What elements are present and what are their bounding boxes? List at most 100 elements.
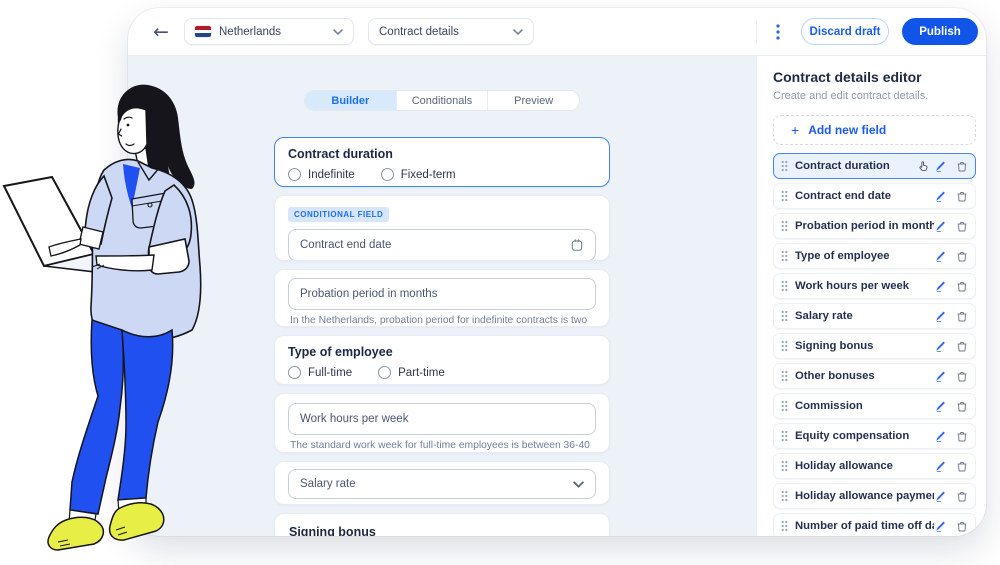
drag-handle-icon[interactable] bbox=[781, 370, 788, 382]
field-label: Signing bonus bbox=[795, 340, 934, 352]
delete-field-button[interactable] bbox=[956, 430, 968, 443]
edit-field-button[interactable] bbox=[934, 460, 947, 473]
field-label: Equity compensation bbox=[795, 430, 934, 442]
back-button[interactable]: ← bbox=[148, 19, 174, 45]
drag-handle-icon[interactable] bbox=[781, 400, 788, 412]
field-label: Holiday allowance bbox=[795, 460, 934, 472]
publish-button[interactable]: Publish bbox=[902, 18, 978, 45]
radio-full-time[interactable]: Full-time bbox=[288, 366, 352, 379]
edit-field-button[interactable] bbox=[934, 490, 947, 503]
edit-field-button[interactable] bbox=[934, 160, 947, 173]
edit-field-button[interactable] bbox=[934, 430, 947, 443]
edit-field-button[interactable] bbox=[934, 370, 947, 383]
pencil-icon bbox=[934, 460, 947, 473]
field-card-signing-bonus[interactable]: Signing bonus Do you want to include a o… bbox=[274, 513, 610, 536]
input-placeholder: Work hours per week bbox=[300, 413, 584, 425]
delete-field-button[interactable] bbox=[956, 520, 968, 533]
field-card-contract-duration[interactable]: Contract duration Indefinite Fixed-term bbox=[274, 137, 610, 187]
probation-period-input[interactable]: Probation period in months bbox=[288, 278, 596, 310]
drag-handle-icon[interactable] bbox=[781, 310, 788, 322]
radio-icon bbox=[378, 366, 391, 379]
sidebar-field-probation-period[interactable]: Probation period in months bbox=[773, 213, 976, 239]
sidebar-field-holiday-allowance[interactable]: Holiday allowance bbox=[773, 453, 976, 479]
kebab-icon bbox=[776, 24, 780, 40]
pencil-icon bbox=[934, 520, 947, 533]
drag-handle-icon[interactable] bbox=[781, 340, 788, 352]
field-card-contract-end-date[interactable]: CONDITIONAL FIELD Contract end date bbox=[274, 195, 610, 261]
drag-handle-icon[interactable] bbox=[781, 280, 788, 292]
field-card-work-hours[interactable]: Work hours per week The standard work we… bbox=[274, 393, 610, 453]
radio-label: Indefinite bbox=[308, 169, 355, 181]
delete-field-button[interactable] bbox=[956, 160, 968, 173]
sidebar-field-paid-time-off-days[interactable]: Number of paid time off days bbox=[773, 513, 976, 536]
kebab-menu-button[interactable] bbox=[765, 19, 791, 45]
drag-handle-icon[interactable] bbox=[781, 430, 788, 442]
tab-conditionals[interactable]: Conditionals bbox=[396, 91, 488, 110]
edit-field-button[interactable] bbox=[934, 400, 947, 413]
sidebar-field-contract-end-date[interactable]: Contract end date bbox=[773, 183, 976, 209]
edit-field-button[interactable] bbox=[934, 250, 947, 263]
radio-part-time[interactable]: Part-time bbox=[378, 366, 445, 379]
edit-field-button[interactable] bbox=[934, 220, 947, 233]
field-card-probation-period[interactable]: Probation period in months In the Nether… bbox=[274, 269, 610, 327]
tab-builder[interactable]: Builder bbox=[305, 91, 396, 110]
drag-handle-icon[interactable] bbox=[781, 460, 788, 472]
edit-field-button[interactable] bbox=[934, 280, 947, 293]
edit-field-button[interactable] bbox=[934, 310, 947, 323]
edit-field-button[interactable] bbox=[934, 340, 947, 353]
field-label: Contract duration bbox=[795, 160, 913, 172]
drag-handle-icon[interactable] bbox=[781, 490, 788, 502]
contract-end-date-input[interactable]: Contract end date bbox=[288, 229, 596, 261]
discard-draft-button[interactable]: Discard draft bbox=[801, 18, 889, 45]
field-card-salary-rate[interactable]: Salary rate bbox=[274, 461, 610, 505]
delete-field-button[interactable] bbox=[956, 250, 968, 263]
pencil-icon bbox=[934, 250, 947, 263]
sidebar-field-type-of-employee[interactable]: Type of employee bbox=[773, 243, 976, 269]
field-card-type-of-employee[interactable]: Type of employee Full-time Part-time bbox=[274, 335, 610, 385]
hand-cursor-icon bbox=[917, 160, 930, 173]
sidebar-field-work-hours[interactable]: Work hours per week bbox=[773, 273, 976, 299]
field-title: Contract duration bbox=[288, 147, 596, 161]
trash-icon bbox=[956, 250, 968, 263]
radio-fixed-term[interactable]: Fixed-term bbox=[381, 168, 456, 181]
pencil-icon bbox=[934, 160, 947, 173]
delete-field-button[interactable] bbox=[956, 310, 968, 323]
topbar: ← Netherlands Contract details Discard d… bbox=[128, 8, 986, 56]
sidebar-field-other-bonuses[interactable]: Other bonuses bbox=[773, 363, 976, 389]
delete-field-button[interactable] bbox=[956, 400, 968, 413]
edit-field-button[interactable] bbox=[934, 190, 947, 203]
drag-handle-icon[interactable] bbox=[781, 520, 788, 532]
trash-icon bbox=[956, 400, 968, 413]
radio-indefinite[interactable]: Indefinite bbox=[288, 168, 355, 181]
delete-field-button[interactable] bbox=[956, 340, 968, 353]
salary-rate-select[interactable]: Salary rate bbox=[288, 469, 596, 499]
delete-field-button[interactable] bbox=[956, 460, 968, 473]
delete-field-button[interactable] bbox=[956, 190, 968, 203]
sidebar-field-signing-bonus[interactable]: Signing bonus bbox=[773, 333, 976, 359]
trash-icon bbox=[956, 490, 968, 503]
sidebar-field-equity-compensation[interactable]: Equity compensation bbox=[773, 423, 976, 449]
chevron-down-icon bbox=[333, 29, 343, 35]
delete-field-button[interactable] bbox=[956, 280, 968, 293]
drag-handle-icon[interactable] bbox=[781, 190, 788, 202]
sidebar-field-commission[interactable]: Commission bbox=[773, 393, 976, 419]
drag-handle-icon[interactable] bbox=[781, 250, 788, 262]
delete-field-button[interactable] bbox=[956, 370, 968, 383]
edit-field-button[interactable] bbox=[934, 520, 947, 533]
add-new-field-button[interactable]: + Add new field bbox=[773, 115, 976, 145]
template-select[interactable]: Contract details bbox=[368, 18, 534, 45]
field-label: Other bonuses bbox=[795, 370, 934, 382]
delete-field-button[interactable] bbox=[956, 490, 968, 503]
work-hours-input[interactable]: Work hours per week bbox=[288, 403, 596, 435]
country-select[interactable]: Netherlands bbox=[184, 18, 354, 45]
drag-handle-icon[interactable] bbox=[781, 160, 788, 172]
sidebar-field-holiday-allowance-frequency[interactable]: Holiday allowance payment fre... bbox=[773, 483, 976, 509]
trash-icon bbox=[956, 160, 968, 173]
sidebar-field-contract-duration[interactable]: Contract duration bbox=[773, 153, 976, 179]
trash-icon bbox=[956, 460, 968, 473]
sidebar-field-salary-rate[interactable]: Salary rate bbox=[773, 303, 976, 329]
drag-handle-icon[interactable] bbox=[781, 220, 788, 232]
delete-field-button[interactable] bbox=[956, 220, 968, 233]
trash-icon bbox=[956, 190, 968, 203]
tab-preview[interactable]: Preview bbox=[487, 91, 579, 110]
